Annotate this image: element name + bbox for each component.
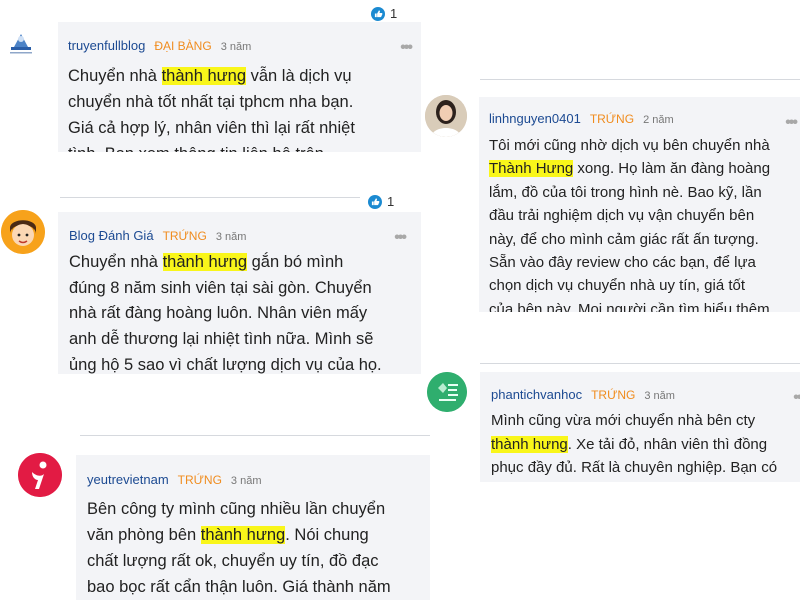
comment-author[interactable]: linhnguyen0401	[489, 111, 581, 126]
comment-time[interactable]: 3 năm	[231, 475, 262, 487]
comment-line: của bên này. Mọi người cần tìm hiểu thêm	[489, 300, 770, 312]
highlighted-keyword: thành hưng	[162, 253, 248, 271]
reaction-counter[interactable]: 1	[367, 6, 402, 21]
truyenfullblog-logo-avatar[interactable]	[5, 27, 37, 59]
user-photo-avatar[interactable]	[425, 95, 467, 137]
yeutrevietnam-logo-avatar[interactable]	[18, 453, 62, 497]
comment-body: Chuyển nhà thành hưng vẫn là dịch vụ chuy…	[68, 63, 421, 152]
user-rank-badge: TRỨNG	[162, 229, 207, 243]
comment-card: yeutrevietnam TRỨNG 3 năm Bên công ty mì…	[76, 455, 430, 600]
phantichvanhoc-logo-avatar[interactable]	[427, 372, 467, 412]
divider	[60, 197, 360, 198]
comment-card: linhnguyen0401 TRỨNG 2 năm ••• Tôi mới c…	[479, 97, 800, 312]
more-options-icon[interactable]: •••	[785, 115, 798, 131]
comment-line: Mình cũng vừa mới chuyển nhà bên cty	[491, 412, 756, 429]
comment-line: đầu trải nghiệm dịch vụ vận chuyển bên	[489, 207, 755, 225]
user-rank-badge: TRỨNG	[591, 388, 636, 402]
comment-line: ủng hộ 5 sao vì chất lượng dịch vụ của h…	[69, 355, 382, 374]
comment-card: phantichvanhoc TRỨNG 3 năm ••• Mình cũng…	[480, 372, 800, 482]
comment-line: anh dễ thương lại nhiệt tình nữa. Mình s…	[69, 330, 374, 349]
comment-line: đúng 8 năm sinh viên tại sài gòn. Chuyển	[69, 278, 372, 297]
comment-line: Thành Hưng xong. Họ làm ăn đàng hoàng	[489, 160, 771, 178]
comment-line: này, để cho mình cảm giác rất ấn tượng.	[489, 230, 759, 248]
reaction-count: 1	[387, 194, 395, 209]
comment-line: Chuyển nhà thành hưng gắn bó mình	[69, 253, 344, 271]
comment-time[interactable]: 3 năm	[644, 390, 675, 402]
comment-line: Bên công ty mình cũng nhiều lần chuyển	[87, 500, 386, 518]
highlighted-keyword: Thành Hưng	[489, 160, 574, 178]
comment-line: Giá cả hợp lý, nhân viên thì lại rất nhi…	[68, 119, 355, 137]
comment-author[interactable]: phantichvanhoc	[491, 387, 582, 402]
comment-body: Bên công ty mình cũng nhiều lần chuyển vă…	[87, 496, 430, 600]
comment-line: văn phòng bên thành hưng. Nói chung	[87, 526, 369, 544]
comment-body: Mình cũng vừa mới chuyển nhà bên cty thàn…	[491, 409, 800, 480]
comment-time[interactable]: 3 năm	[221, 41, 252, 53]
cartoon-boy-avatar[interactable]	[1, 210, 45, 254]
more-options-icon[interactable]: •••	[793, 390, 800, 406]
comment-body: Chuyển nhà thành hưng gắn bó mình đúng 8 …	[69, 250, 421, 374]
comment-line: chọn dịch vụ chuyển nhà uy tín, giá tốt	[489, 277, 746, 295]
comment-line: chất lượng rất ok, chuyển uy tín, đồ đạc	[87, 552, 379, 570]
comment-line: lắm, đồ của tôi trong hình nè. Bao kỹ, l…	[489, 183, 762, 201]
comment-line: tình. Bạn xem thông tin liên hệ trên	[68, 141, 421, 152]
highlighted-keyword: thành hưng	[491, 435, 568, 453]
divider	[480, 363, 800, 364]
user-rank-badge: ĐẠI BÀNG	[154, 39, 212, 53]
comment-author[interactable]: yeutrevietnam	[87, 472, 169, 487]
comment-line: Tôi mới cũng nhờ dịch vụ bên chuyển nhà	[489, 137, 770, 154]
highlighted-keyword: thành hưng	[200, 526, 286, 544]
comment-card: truyenfullblog ĐẠI BÀNG 3 năm ••• Chuyển…	[58, 22, 421, 152]
comment-author[interactable]: Blog Đánh Giá	[69, 228, 154, 243]
comment-card: Blog Đánh Giá TRỨNG 3 năm ••• Chuyển nhà…	[58, 212, 421, 374]
comment-time[interactable]: 2 năm	[643, 114, 674, 126]
like-bubble-icon	[371, 6, 385, 21]
more-options-icon[interactable]: •••	[400, 40, 413, 56]
reaction-count: 1	[390, 6, 398, 21]
comment-line: thành hưng. Xe tải đỏ, nhân viên thì đồn…	[491, 435, 768, 453]
highlighted-keyword: thành hưng	[161, 67, 247, 85]
like-bubble-icon	[368, 194, 382, 209]
comment-author[interactable]: truyenfullblog	[68, 38, 145, 53]
user-rank-badge: TRỨNG	[589, 112, 635, 126]
more-options-icon[interactable]: •••	[394, 230, 407, 246]
comment-body: Tôi mới cũng nhờ dịch vụ bên chuyển nhà T…	[489, 134, 800, 312]
divider	[80, 435, 430, 436]
user-rank-badge: TRỨNG	[177, 473, 222, 487]
comment-line: Chuyển nhà thành hưng vẫn là dịch vụ	[68, 67, 352, 85]
comment-line: nhà rất đàng hoàng luôn. Nhân viên mấy	[69, 304, 368, 323]
reaction-counter[interactable]: 1	[364, 194, 399, 209]
comment-line: phục đầy đủ. Rất là chuyên nghiệp. Bạn c…	[491, 459, 778, 476]
comment-time[interactable]: 3 năm	[216, 231, 247, 243]
comment-line: bao bọc rất cẩn thận luôn. Giá thành năm	[87, 578, 391, 596]
comment-line: Sẵn vào đây review cho các bạn, để lựa	[489, 254, 756, 272]
comment-line: chuyển nhà tốt nhất tại tphcm nha bạn.	[68, 93, 354, 111]
divider	[480, 79, 800, 80]
